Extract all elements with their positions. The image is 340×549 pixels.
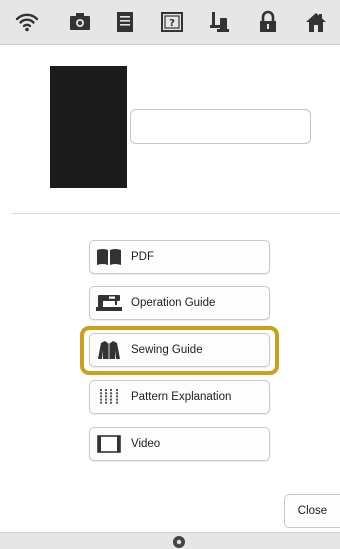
stitch-pattern-icon: [95, 386, 123, 408]
operation-guide-label: Operation Guide: [131, 297, 216, 309]
bobbin-winding-icon[interactable]: [207, 10, 231, 34]
pattern-explanation-button[interactable]: Pattern Explanation: [89, 380, 270, 414]
lock-icon[interactable]: [256, 10, 280, 34]
book-icon: [95, 246, 123, 268]
pattern-preview: [50, 66, 127, 188]
bottom-bar: [0, 532, 340, 549]
home-icon[interactable]: [304, 10, 328, 34]
sewing-machine-icon: [95, 292, 123, 314]
pattern-name-field[interactable]: [130, 109, 311, 144]
film-icon: [95, 433, 123, 455]
jacket-icon: [95, 339, 123, 361]
sewing-guide-button[interactable]: Sewing Guide: [89, 333, 270, 367]
section-divider: [12, 213, 340, 214]
video-label: Video: [131, 438, 161, 450]
wifi-icon[interactable]: [15, 10, 39, 34]
document-icon[interactable]: [113, 10, 137, 34]
pdf-button[interactable]: PDF: [89, 240, 270, 274]
pdf-label: PDF: [131, 251, 154, 263]
video-button[interactable]: Video: [89, 427, 270, 461]
sewing-mode-icon[interactable]: [172, 535, 186, 549]
close-button[interactable]: Close: [284, 494, 340, 528]
pattern-explanation-label: Pattern Explanation: [131, 391, 232, 403]
operation-guide-button[interactable]: Operation Guide: [89, 286, 270, 320]
help-icon[interactable]: ?: [160, 10, 184, 34]
sewing-guide-label: Sewing Guide: [131, 344, 203, 356]
svg-text:?: ?: [169, 18, 175, 29]
camera-icon[interactable]: [68, 10, 92, 34]
top-toolbar: ?: [0, 0, 340, 45]
